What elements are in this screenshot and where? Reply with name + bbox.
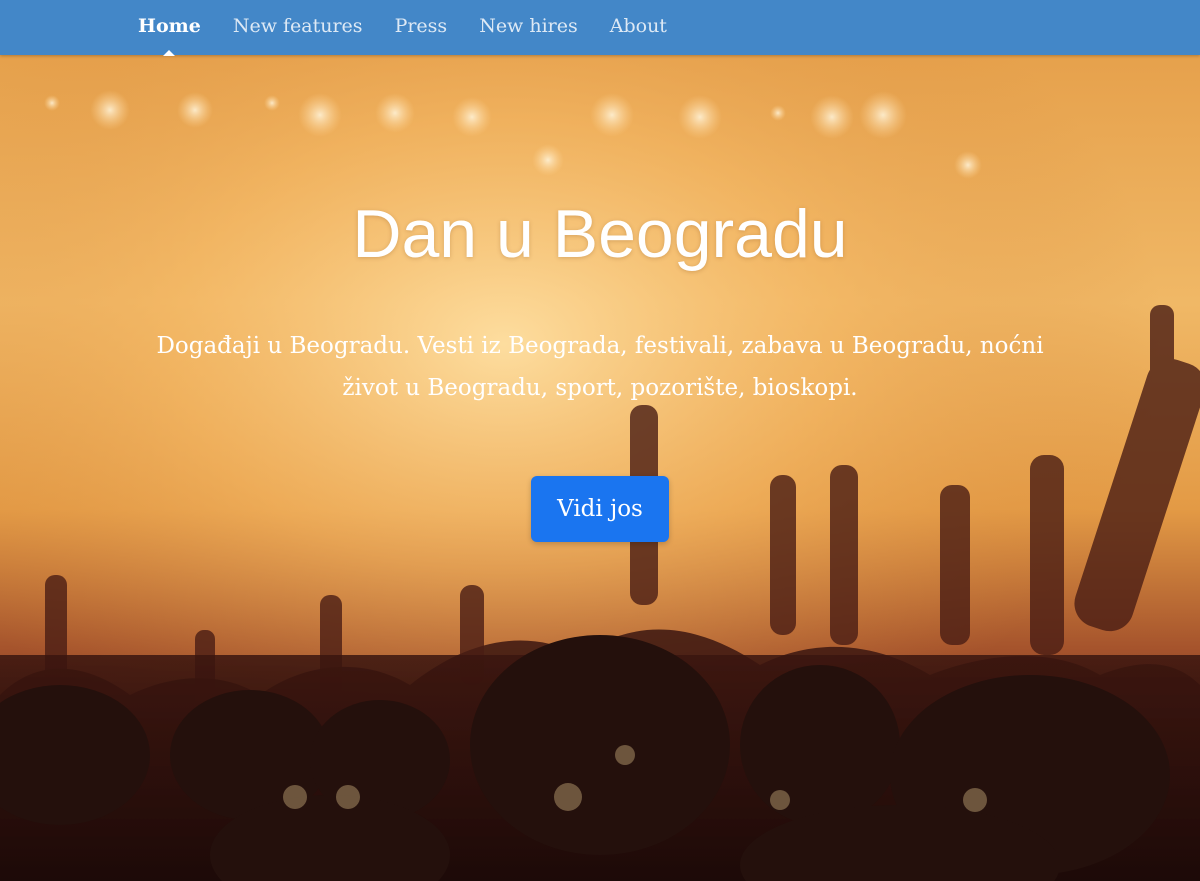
- hero-title: Dan u Beogradu: [352, 196, 848, 272]
- hero-section: Dan u Beogradu Događaji u Beogradu. Vest…: [0, 55, 1200, 881]
- nav-item-new-hires[interactable]: New hires: [463, 0, 594, 55]
- nav-item-label: New features: [232, 15, 363, 37]
- nav-item-label: About: [609, 15, 667, 37]
- nav-menu: Home New features Press New hires About: [122, 0, 683, 56]
- hero-subtitle: Događaji u Beogradu. Vesti iz Beograda, …: [156, 333, 1044, 401]
- nav-item-new-features[interactable]: New features: [217, 0, 379, 55]
- top-navbar: Home New features Press New hires About: [0, 0, 1200, 56]
- nav-item-label: New hires: [479, 15, 578, 37]
- nav-item-label: Press: [394, 15, 448, 37]
- nav-item-press[interactable]: Press: [379, 0, 464, 55]
- nav-item-home[interactable]: Home: [122, 0, 217, 56]
- nav-item-label: Home: [138, 15, 201, 37]
- concert-background-image: [0, 55, 1200, 881]
- nav-item-about[interactable]: About: [594, 0, 683, 55]
- active-caret-icon: [163, 50, 176, 56]
- vidi-jos-button[interactable]: Vidi jos: [531, 476, 669, 542]
